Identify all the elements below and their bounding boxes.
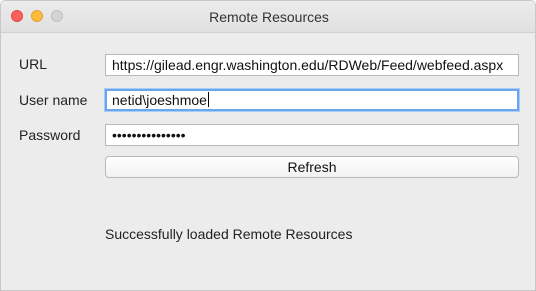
password-field[interactable]: •••••••••••••••: [105, 124, 519, 146]
username-field[interactable]: netid\joeshmoe: [105, 89, 519, 111]
url-label: URL: [19, 56, 48, 72]
status-message: Successfully loaded Remote Resources: [105, 226, 353, 242]
password-label: Password: [19, 127, 81, 143]
text-caret: [207, 92, 209, 107]
window-title: Remote Resources: [209, 9, 329, 25]
remote-resources-window: Remote Resources URL https://gilead.engr…: [0, 0, 536, 291]
username-field-value: netid\joeshmoe: [112, 92, 207, 108]
url-field-value: https://gilead.engr.washington.edu/RDWeb…: [112, 57, 504, 73]
password-field-value: •••••••••••••••: [112, 127, 186, 143]
title-bar[interactable]: Remote Resources: [1, 1, 535, 33]
username-label: User name: [19, 92, 88, 108]
url-field[interactable]: https://gilead.engr.washington.edu/RDWeb…: [105, 54, 519, 76]
refresh-button[interactable]: Refresh: [105, 156, 519, 178]
